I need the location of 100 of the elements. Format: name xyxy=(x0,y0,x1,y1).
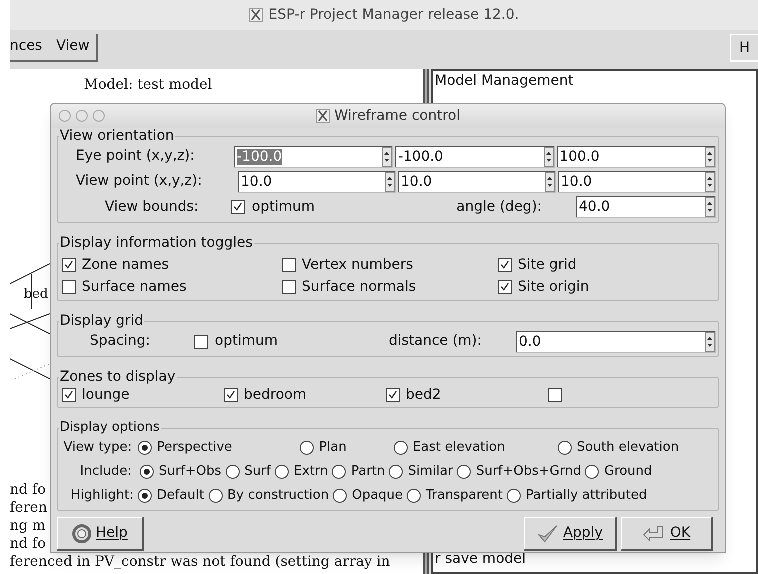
spinner-arrows-icon[interactable] xyxy=(545,172,555,192)
spinner-arrows-icon[interactable] xyxy=(544,146,554,166)
number-field[interactable]: 10.0 xyxy=(238,170,396,192)
radio-label: Transparent xyxy=(426,487,504,506)
spinner-arrows-icon[interactable] xyxy=(705,332,715,352)
radio-button[interactable] xyxy=(457,465,472,479)
dialog-title: Wireframe control xyxy=(334,109,460,123)
log-line: ng m xyxy=(10,517,46,535)
field-label: angle (deg): xyxy=(456,198,542,216)
group-title: View orientation xyxy=(59,128,176,144)
field-label: Spacing: xyxy=(90,332,152,351)
checkbox[interactable] xyxy=(498,280,512,294)
menu-item[interactable]: View xyxy=(56,36,90,57)
number-field[interactable]: 0.0 xyxy=(516,330,716,352)
radio-button[interactable] xyxy=(332,465,346,479)
log-line: ferenced in PV_constr was not found (setting array in xyxy=(10,553,390,571)
checkbox-label: lounge xyxy=(82,386,130,404)
field-label: distance (m): xyxy=(388,332,482,351)
number-field[interactable]: 100.0 xyxy=(556,146,716,168)
number-field[interactable]: 10.0 xyxy=(398,170,556,192)
radio-label: East elevation xyxy=(412,439,506,458)
checkbox-label: bed2 xyxy=(406,386,442,404)
checkbox[interactable] xyxy=(224,388,238,402)
radio-label: Partn xyxy=(351,463,386,482)
radio-button[interactable] xyxy=(300,441,314,455)
number-field[interactable]: -100.0 xyxy=(395,146,555,168)
checkbox-label: Site origin xyxy=(518,278,590,296)
menu-item[interactable]: nces xyxy=(10,36,42,57)
radio-label: Extrn xyxy=(294,463,328,482)
radio-button[interactable] xyxy=(389,465,404,479)
x-logo-icon xyxy=(316,109,330,123)
radio-label: Ground xyxy=(604,463,652,482)
group-title: Display information toggles xyxy=(59,235,254,251)
radio-label: By construction xyxy=(228,487,330,506)
number-field[interactable]: 40.0 xyxy=(576,196,716,218)
ok-button[interactable]: OK xyxy=(621,517,713,551)
checkbox[interactable] xyxy=(498,258,512,272)
return-arrow-icon xyxy=(642,524,666,542)
group-title: Display grid xyxy=(59,313,144,329)
lifebuoy-icon xyxy=(72,524,92,544)
number-field[interactable]: 10.0 xyxy=(558,170,716,192)
x-logo-icon xyxy=(248,8,263,22)
radio-button[interactable] xyxy=(507,489,522,503)
checkbox-label: Site grid xyxy=(518,256,577,274)
radio-label: Surf+Obs xyxy=(159,463,222,482)
spinner-arrows-icon[interactable] xyxy=(382,146,392,166)
checkbox-label: bedroom xyxy=(244,386,307,404)
radio-button[interactable] xyxy=(333,489,348,503)
radio-label: Surf+Obs+Grnd xyxy=(476,463,582,482)
spinner-arrows-icon[interactable] xyxy=(705,172,715,192)
model-title: Model: test model xyxy=(84,76,214,95)
field-label: Include: xyxy=(79,463,133,482)
radio-label: Surf xyxy=(244,463,271,482)
checkbox-label: optimum xyxy=(215,332,278,351)
spinner-arrows-icon[interactable] xyxy=(704,146,715,166)
spinner-arrows-icon[interactable] xyxy=(385,172,395,192)
checkbox[interactable] xyxy=(194,334,208,348)
radio-button[interactable] xyxy=(394,441,408,455)
checkbox-label: Surface normals xyxy=(302,278,416,296)
checkbox[interactable] xyxy=(231,200,245,214)
radio-label: Partially attributed xyxy=(526,487,648,506)
radio-button[interactable] xyxy=(274,465,289,479)
field-label: View point (x,y,z): xyxy=(76,172,204,191)
list-item[interactable]: r save model xyxy=(433,549,756,570)
checkbox-label: Vertex numbers xyxy=(302,256,414,274)
radio-label: South elevation xyxy=(576,439,680,458)
checkbox-label: optimum xyxy=(252,198,315,216)
menu-item[interactable]: H xyxy=(730,34,758,62)
field-label: View bounds: xyxy=(105,198,200,216)
log-line: nd fo xyxy=(10,481,46,499)
radio-button[interactable] xyxy=(138,441,152,455)
radio-label: Plan xyxy=(319,439,347,458)
checkbox-label: Zone names xyxy=(82,256,170,274)
help-button[interactable]: Help xyxy=(57,517,144,551)
checkbox[interactable] xyxy=(548,388,562,402)
checkbox[interactable] xyxy=(62,280,76,294)
radio-label: Similar xyxy=(408,463,454,482)
checkbox[interactable] xyxy=(282,280,296,294)
log-line: nd fo xyxy=(10,535,46,553)
radio-button[interactable] xyxy=(208,489,222,503)
group-title: Zones to display xyxy=(59,369,177,385)
spinner-arrows-icon[interactable] xyxy=(705,197,715,217)
radio-button[interactable] xyxy=(138,489,152,503)
checkbox[interactable] xyxy=(282,258,296,272)
checkbox[interactable] xyxy=(386,388,400,402)
radio-button[interactable] xyxy=(407,489,422,503)
window-title: ESP-r Project Manager release 12.0. xyxy=(268,6,520,24)
checkbox[interactable] xyxy=(62,388,76,402)
field-label: Highlight: xyxy=(70,487,134,506)
number-field[interactable]: -100.0 xyxy=(234,146,394,168)
checkbox[interactable] xyxy=(62,258,76,272)
radio-button[interactable] xyxy=(140,465,154,479)
apply-button[interactable]: Apply xyxy=(524,517,617,551)
field-label: View type: xyxy=(62,439,132,458)
radio-label: Opaque xyxy=(352,487,404,506)
radio-label: Default xyxy=(157,487,204,506)
log-line: feren xyxy=(10,499,48,517)
radio-button[interactable] xyxy=(585,465,600,479)
radio-button[interactable] xyxy=(226,465,240,479)
radio-button[interactable] xyxy=(558,441,572,455)
